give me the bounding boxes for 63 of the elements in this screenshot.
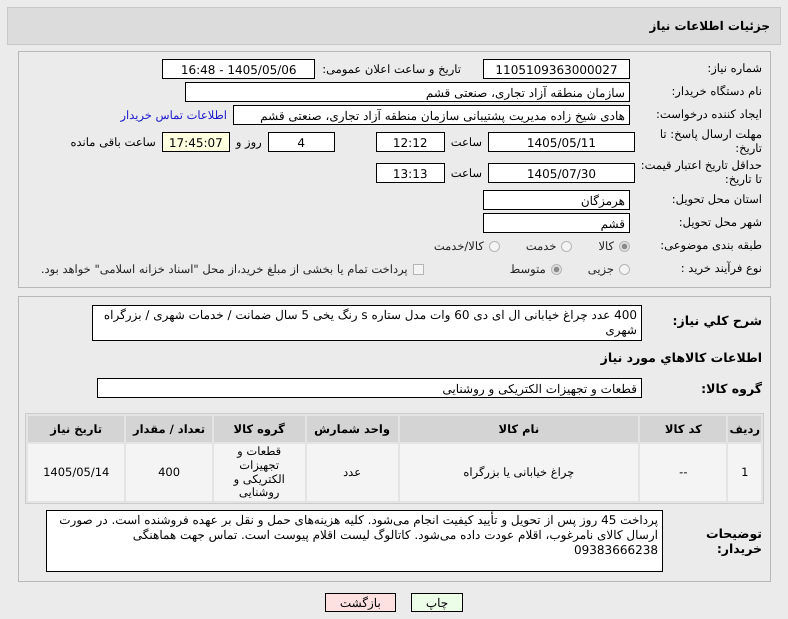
column-header: واحد شمارش (306, 416, 398, 442)
option-label: خدمت (526, 239, 556, 253)
option-label: پرداخت تمام یا بخشی از مبلغ خرید،از محل "اسناد خزانه اسلامی" خواهد بود. (40, 262, 408, 276)
field-label: مهلت ارسال پاسخ: تا تاریخ: (658, 128, 763, 156)
table-cell: قطعات و تجهیزات الکتریکی و روشنایی (214, 444, 305, 502)
radio-button[interactable] (488, 240, 500, 252)
field-label: ساعت (450, 135, 482, 149)
field-label: ساعت (450, 166, 482, 180)
buyer-org-field: سازمان منطقه آزاد تجاری، صنعتی قشم (185, 82, 630, 102)
table-cell: عدد (306, 444, 398, 502)
page-title: جزئیات اطلاعات نیاز (649, 19, 770, 33)
field-label: توضیحات خریدار: (705, 526, 763, 556)
radio-button[interactable] (561, 240, 572, 252)
field-label: طبقه بندی موضوعی: (659, 239, 763, 253)
validity-date-field: 1405/07/30 (488, 163, 635, 183)
column-header: تعداد / مقدار (126, 416, 212, 442)
table-cell: 1 (728, 444, 761, 502)
buyer-contact-link[interactable]: اطلاعات تماس خریدار (120, 108, 227, 122)
need-number-field: 1105109363000027 (483, 59, 630, 79)
description-box: 400 عدد چراغ خیابانی ال ای دی 60 وات مدل ستاره s رنگ یخی 5 سال ضمانت / خدمات شهری / بزرگراه شهری (92, 305, 642, 341)
validity-time-field: 13:13 (376, 163, 445, 183)
column-header: گروه کالا (214, 416, 305, 442)
field-label: ایجاد کننده درخواست: (655, 108, 763, 122)
table-cell: چراغ خیابانی یا بزرگراه (400, 444, 638, 502)
field-label: نام دستگاه خریدار: (670, 85, 763, 99)
option-label: کالا/خدمت (434, 239, 484, 253)
checkbox[interactable] (412, 264, 424, 274)
column-header: تاریخ نیاز (28, 416, 124, 442)
column-header: ردیف (728, 416, 761, 442)
option-label: کالا (598, 239, 614, 253)
field-label: روز و (236, 135, 262, 149)
announce-date-field: 1405/05/06 - 16:48 (162, 59, 316, 79)
radio-button[interactable] (619, 240, 630, 252)
option-label: متوسط (510, 262, 546, 276)
buyer-notes-box: پرداخت 45 روز پس از تحویل و تأیید کیفیت انجام می‌شود. کلیه هزینه‌های حمل و نقل بر عهده فروشنده است. در صورت ارسال کالای نامرغوب، اقلام عودت داده می‌شود. کاتالوگ لیست اقلام پیوست است. تماس جهت هماهنگی 09383666238 (46, 510, 663, 572)
field-label: شرح کلي نياز: (672, 312, 763, 328)
goods-group-field: قطعات و تجهیزات الکتریکی و روشنایی (97, 378, 642, 398)
deadline-time-field: 12:12 (376, 132, 445, 152)
radio-button[interactable] (619, 264, 630, 274)
deadline-date-field: 1405/05/11 (488, 132, 635, 152)
field-label: استان محل تحویل: (670, 193, 763, 207)
table-cell: 400 (126, 444, 212, 502)
field-label: حداقل تاریخ اعتبار قیمت: تا تاریخ: (640, 159, 763, 187)
back-button[interactable]: بازگشت (324, 593, 396, 612)
creator-field: هادی شیخ زاده مدیریت پشتیبانی سازمان منطقه آزاد تجاری، صنعتی قشم (233, 105, 630, 125)
field-label: گروه کالا: (700, 380, 763, 396)
city-field: قشم (483, 213, 630, 233)
table-cell: 1405/05/14 (28, 444, 124, 502)
radio-button[interactable] (550, 264, 562, 274)
province-field: هرمزگان (483, 190, 630, 210)
field-label: شماره نیاز: (706, 62, 763, 76)
table-cell: -- (640, 444, 726, 502)
field-label: نوع فرآیند خرید : (680, 262, 763, 276)
column-header: نام کالا (400, 416, 638, 442)
field-label: تاریخ و ساعت اعلان عمومی: (322, 62, 461, 76)
option-label: جزیی (588, 262, 614, 276)
days-field: 4 (268, 132, 335, 152)
column-header: کد کالا (640, 416, 726, 442)
field-label: شهر محل تحویل: (678, 216, 763, 230)
remaining-time-field: 17:45:07 (162, 132, 230, 152)
print-button[interactable]: چاپ (410, 593, 464, 612)
field-label: ساعت باقی مانده (70, 135, 156, 149)
section-heading: اطلاعات کالاهاي مورد نياز (599, 349, 763, 365)
